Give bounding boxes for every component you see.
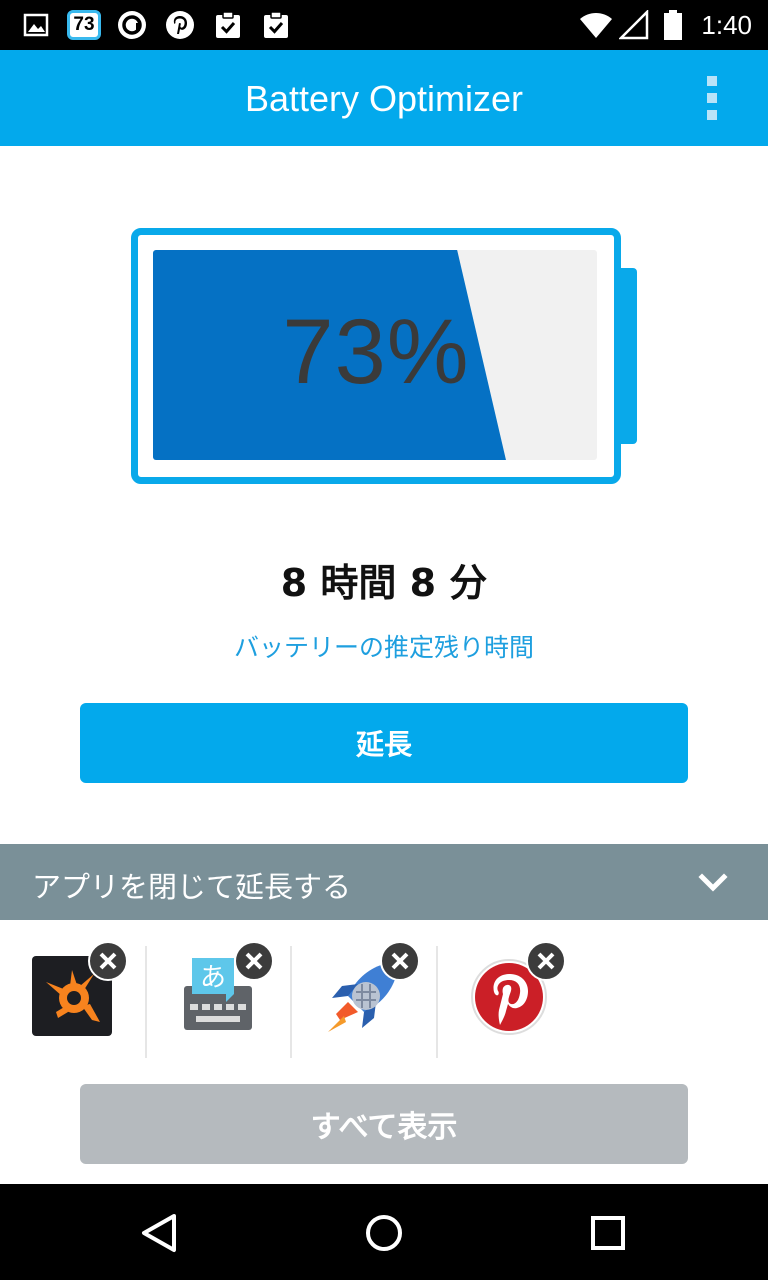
close-icon <box>391 952 409 970</box>
clipboard-check-icon <box>260 9 292 41</box>
app-item-japanese-keyboard[interactable]: あ <box>146 941 292 1056</box>
status-bar: 73 1:40 <box>0 0 768 50</box>
close-app-button[interactable] <box>526 941 566 981</box>
battery-icon <box>662 9 684 41</box>
chevron-down-icon[interactable] <box>698 868 728 898</box>
app-item-avast[interactable] <box>0 941 146 1056</box>
estimated-time-label: バッテリーの推定残り時間 <box>233 633 534 662</box>
show-all-button[interactable]: すべて表示 <box>80 1084 688 1164</box>
more-vert-icon[interactable] <box>696 76 728 120</box>
estimated-time-remaining: 8 時間 8 分 <box>280 561 488 605</box>
home-icon[interactable] <box>359 1208 409 1258</box>
pinterest-icon <box>164 9 196 41</box>
app-bar: Battery Optimizer <box>0 50 768 146</box>
close-icon <box>245 952 263 970</box>
close-app-button[interactable] <box>234 941 274 981</box>
signal-icon <box>618 9 650 41</box>
battery-73-badge-icon: 73 <box>66 9 102 41</box>
clock: 1:40 <box>701 10 752 40</box>
battery-percentage: 73% <box>282 301 470 403</box>
close-icon <box>99 952 117 970</box>
keyboard-glyph: あ <box>200 963 226 993</box>
close-app-button[interactable] <box>88 941 128 981</box>
close-icon <box>537 952 555 970</box>
running-apps-list: あ <box>0 920 768 1070</box>
section-title: アプリを閉じて延長する <box>32 870 352 904</box>
close-apps-section-header[interactable]: アプリを閉じて延長する <box>0 844 768 920</box>
app-item-pinterest[interactable] <box>438 941 584 1056</box>
image-icon <box>22 9 50 41</box>
badge-number: 73 <box>67 10 101 40</box>
navigation-bar <box>0 1184 768 1280</box>
back-icon[interactable] <box>134 1208 184 1258</box>
clipboard-check-icon <box>212 9 244 41</box>
extend-button[interactable]: 延長 <box>80 703 688 783</box>
avast-icon <box>116 9 148 41</box>
recents-icon[interactable] <box>583 1208 633 1258</box>
app-item-rocket[interactable] <box>292 941 438 1056</box>
close-app-button[interactable] <box>380 941 420 981</box>
wifi-icon <box>578 9 614 41</box>
battery-tip <box>621 268 637 444</box>
app-title: Battery Optimizer <box>244 78 524 119</box>
